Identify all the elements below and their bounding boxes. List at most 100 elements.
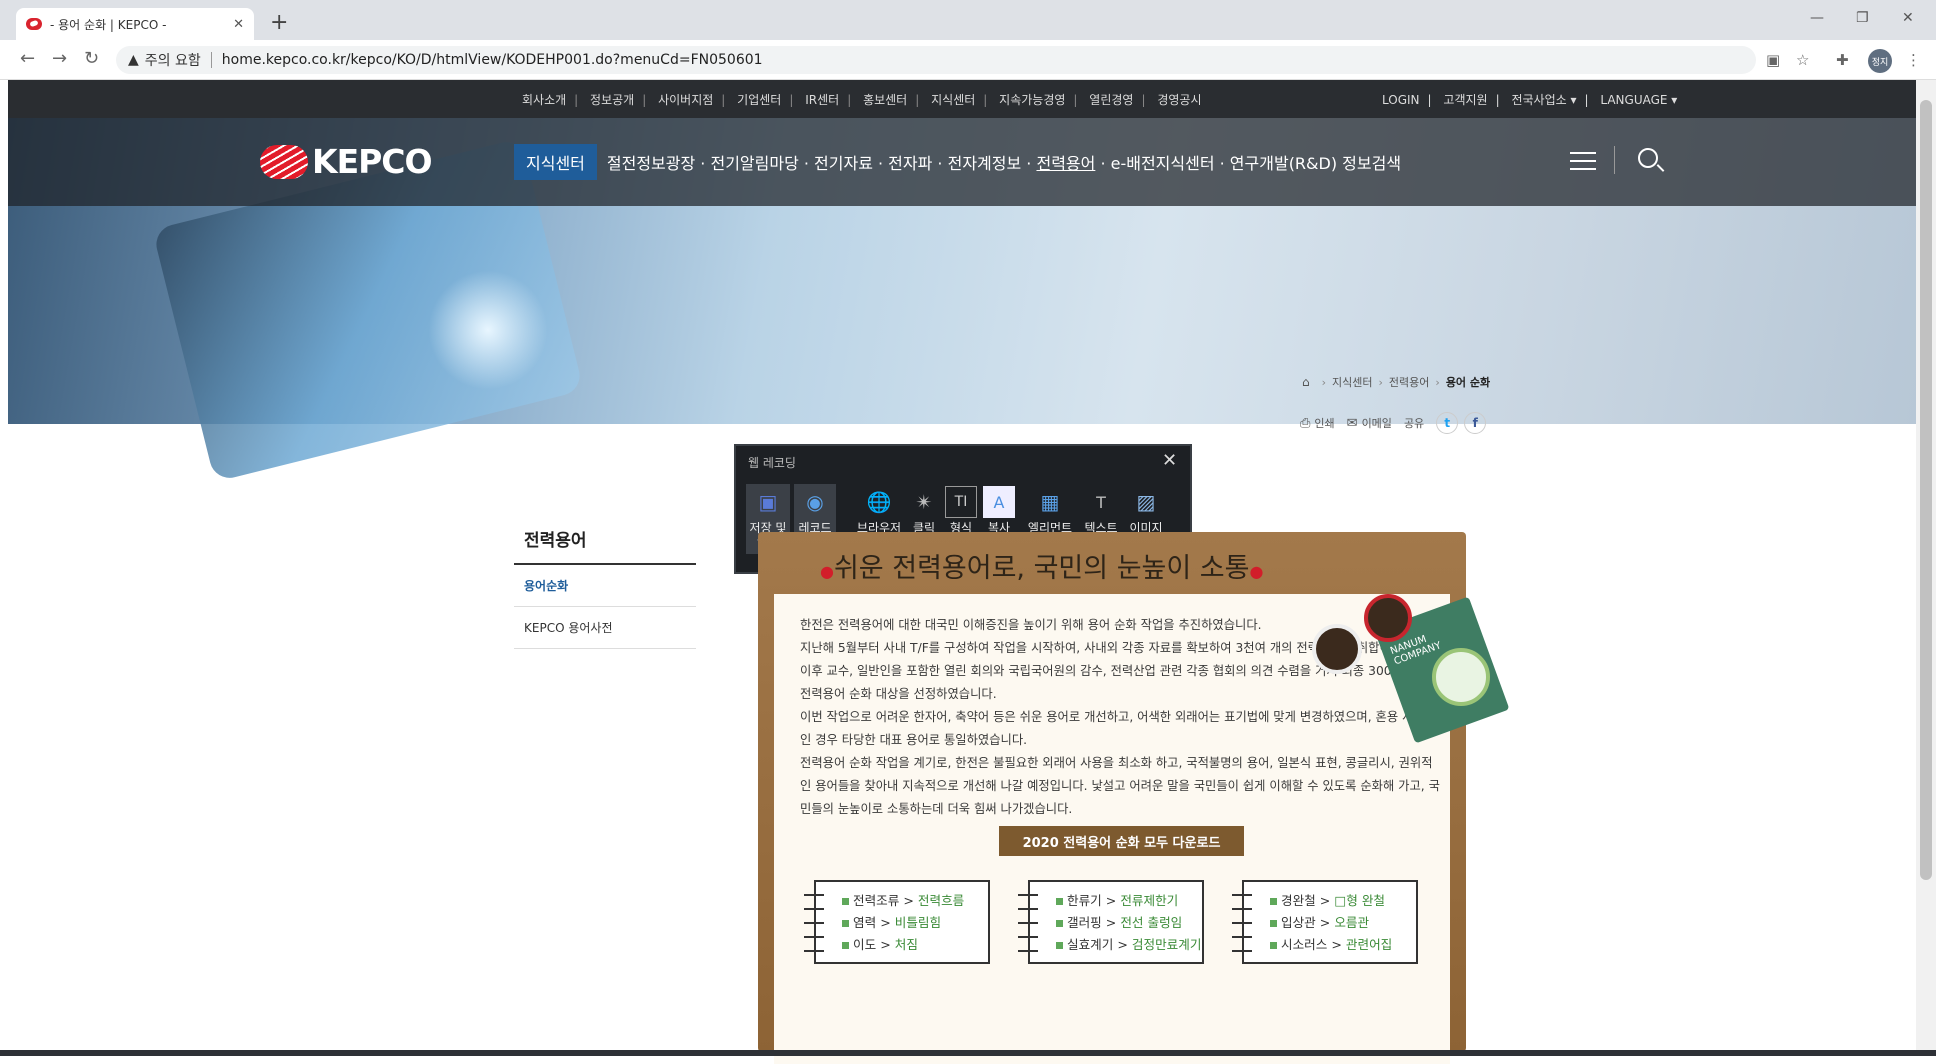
term-row: 한류기 > 전류제한기: [1056, 890, 1202, 912]
side-nav-item-dictionary[interactable]: KEPCO 용어사전: [514, 607, 696, 649]
plant-pot-illustration: [1312, 624, 1362, 674]
text-icon: T: [1096, 492, 1106, 512]
warning-icon: ▲: [128, 52, 139, 68]
hero-glow: [428, 270, 548, 390]
gnb-menu[interactable]: 절전정보광장 · 전기알림마당 · 전기자료 · 전자파 · 전자계정보 · 전…: [607, 150, 1401, 174]
customer-support-link[interactable]: 고객지원: [1443, 93, 1487, 107]
breadcrumb-item[interactable]: 지식센터: [1332, 374, 1372, 390]
email-label: 이메일: [1361, 417, 1392, 430]
section-badge[interactable]: 지식센터: [514, 144, 597, 180]
top-right-menu: LOGIN | 고객지원 | 전국사업소 ▾ | LANGUAGE ▾: [1382, 93, 1678, 107]
chevron-right-icon: ›: [1435, 375, 1440, 389]
top-menu-item[interactable]: 홍보센터: [863, 93, 907, 107]
top-menu-item[interactable]: IR센터: [805, 93, 839, 107]
term-note: 전력조류 > 전력흐름 염력 > 비틀림힘 이도 > 처짐: [804, 880, 990, 964]
browser-tab[interactable]: - 용어 순화 | KEPCO - ✕: [16, 8, 254, 40]
reload-icon[interactable]: ↻: [84, 48, 99, 69]
top-menu-item[interactable]: 기업센터: [737, 93, 781, 107]
top-menu-item[interactable]: 경영공시: [1157, 93, 1201, 107]
search-icon[interactable]: [1638, 148, 1658, 168]
scrollbar-thumb[interactable]: [1920, 100, 1932, 880]
extensions-puzzle-icon[interactable]: ✚: [1836, 51, 1849, 69]
url-text[interactable]: home.kepco.co.kr/kepco/KO/D/htmlView/KOD…: [222, 52, 763, 68]
gnb-menu-current[interactable]: 전력용어: [1036, 154, 1095, 173]
breadcrumb-current: 용어 순화: [1445, 376, 1491, 389]
paragraph: 전력용어 순화 작업을 계기로, 한전은 불필요한 외래어 사용을 최소화 하고…: [800, 756, 1440, 816]
breadcrumb-item[interactable]: 전력용어: [1389, 374, 1429, 390]
term-row: 전력조류 > 전력흐름: [842, 890, 988, 912]
language-dropdown[interactable]: LANGUAGE ▾: [1600, 93, 1677, 107]
gnb-menu-before[interactable]: 절전정보광장 · 전기알림마당 · 전기자료 · 전자파 · 전자계정보 ·: [607, 154, 1037, 173]
spiral-binding: [1232, 888, 1252, 958]
browser-tab-strip: - 용어 순화 | KEPCO - ✕ + — ❐ ✕: [0, 0, 1936, 40]
board-headline-text: 쉬운 전력용어로, 국민의 눈높이 소통: [833, 553, 1250, 584]
paragraph: 이번 작업으로 어려운 한자어, 축약어 등은 쉬운 용어로 개선하고, 어색한…: [800, 710, 1440, 747]
term-row: 입상관 > 오름관: [1270, 912, 1416, 934]
side-nav-item-terms-refinement[interactable]: 용어순화: [514, 565, 696, 607]
format-icon: TI: [945, 486, 977, 518]
term-row: 시소러스 > 관련어집: [1270, 934, 1416, 956]
clock-illustration: [1432, 648, 1490, 706]
kepco-logo-mark-icon: [260, 144, 308, 179]
bookmark-star-icon[interactable]: ☆: [1796, 51, 1809, 69]
recorder-close-icon[interactable]: ✕: [1162, 450, 1177, 471]
restore-icon[interactable]: ❐: [1856, 10, 1869, 26]
global-nav: 지식센터 절전정보광장 · 전기알림마당 · 전기자료 · 전자파 · 전자계정…: [514, 144, 1401, 180]
chevron-right-icon: ›: [1378, 375, 1383, 389]
click-icon: ✴: [915, 490, 933, 514]
address-bar[interactable]: ▲ 주의 요함 home.kepco.co.kr/kepco/KO/D/html…: [116, 46, 1756, 74]
hamburger-menu-icon[interactable]: [1570, 152, 1596, 170]
taskbar-strip: [0, 1050, 1936, 1056]
pin-icon: ●: [1249, 562, 1264, 581]
new-tab-button[interactable]: +: [270, 10, 288, 35]
back-arrow-icon[interactable]: ←: [20, 48, 35, 69]
window-close-icon[interactable]: ✕: [1902, 10, 1914, 26]
term-row: 이도 > 처짐: [842, 934, 988, 956]
page-scrollbar[interactable]: [1916, 80, 1936, 1050]
side-nav: 전력용어 용어순화 KEPCO 용어사전: [514, 518, 696, 649]
terms-board: ●쉬운 전력용어로, 국민의 눈높이 소통● 한전은 전력용어에 대한 대국민 …: [758, 532, 1466, 1064]
home-icon[interactable]: ⌂: [1302, 375, 1310, 389]
logo-text: KEPCO: [312, 142, 433, 181]
mail-icon: ✉: [1346, 415, 1358, 431]
more-menu-icon[interactable]: ⋮: [1906, 51, 1921, 69]
term-row: 염력 > 비틀림힘: [842, 912, 988, 934]
top-menu: 회사소개 | 정보공개 | 사이버지점 | 기업센터 | IR센터 | 홍보센터 | 지식센…: [522, 93, 1202, 107]
login-link[interactable]: LOGIN: [1382, 93, 1420, 107]
term-note: 한류기 > 전류제한기 갤러핑 > 전선 출렁임 실효계기 > 검정만료계기: [1018, 880, 1204, 964]
top-menu-item[interactable]: 사이버지점: [658, 93, 713, 107]
copy-icon: A: [983, 486, 1015, 518]
browser-toolbar: ← → ↻ ▲ 주의 요함 home.kepco.co.kr/kepco/KO/…: [0, 40, 1936, 80]
tab-close-icon[interactable]: ✕: [233, 17, 244, 32]
top-menu-item[interactable]: 회사소개: [522, 93, 566, 107]
profile-avatar[interactable]: 정지: [1868, 49, 1892, 73]
pin-icon: ●: [820, 562, 834, 581]
cast-icon[interactable]: ▣: [1766, 51, 1780, 69]
printer-icon: ⎙: [1300, 415, 1311, 431]
top-menu-item[interactable]: 지식센터: [931, 93, 975, 107]
hero-banner: [8, 80, 1916, 483]
twitter-icon[interactable]: t: [1436, 412, 1459, 434]
facebook-icon[interactable]: f: [1464, 412, 1487, 434]
top-menu-item[interactable]: 열린경영: [1089, 93, 1133, 107]
term-row: 실효계기 > 검정만료계기: [1056, 934, 1202, 956]
email-button[interactable]: ✉ 이메일: [1347, 415, 1392, 431]
gnb-menu-after[interactable]: · e-배전지식센터 · 연구개발(R&D) 정보검색: [1095, 154, 1401, 173]
utility-bar: 회사소개 | 정보공개 | 사이버지점 | 기업센터 | IR센터 | 홍보센터 | 지식센…: [8, 80, 1916, 118]
kepco-logo[interactable]: KEPCO: [260, 142, 433, 181]
side-nav-title: 전력용어: [514, 518, 696, 565]
top-menu-item[interactable]: 지속가능경영: [999, 93, 1065, 107]
header-divider: [1614, 146, 1615, 174]
top-menu-item[interactable]: 정보공개: [590, 93, 634, 107]
tab-title: - 용어 순화 | KEPCO -: [50, 17, 167, 32]
download-all-button[interactable]: 2020 전력용어 순화 모두 다운로드: [999, 826, 1244, 856]
forward-arrow-icon[interactable]: →: [52, 48, 67, 69]
share-label: 공유: [1403, 417, 1425, 430]
print-button[interactable]: ⎙ 인쇄: [1300, 415, 1335, 431]
security-warning-label: 주의 요함: [144, 53, 201, 69]
kepco-favicon-icon: [26, 18, 42, 30]
plant-pot-illustration: [1364, 594, 1412, 642]
omnibox-divider: [210, 52, 212, 68]
branches-dropdown[interactable]: 전국사업소 ▾: [1511, 93, 1576, 107]
minimize-icon[interactable]: —: [1810, 10, 1824, 26]
